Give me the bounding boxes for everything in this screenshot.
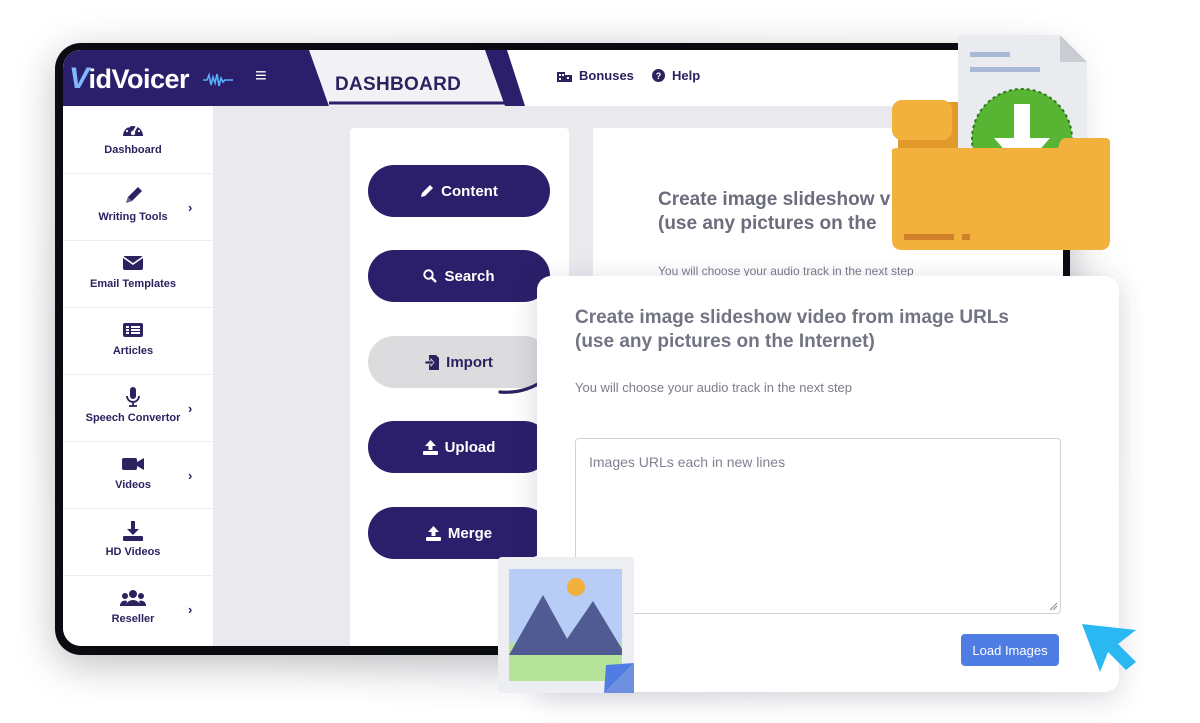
building-icon	[557, 72, 572, 82]
tab-dashboard[interactable]: DASHBOARD	[295, 50, 525, 106]
mouse-pointer-icon	[1082, 624, 1136, 672]
users-icon	[120, 590, 146, 606]
envelope-icon	[122, 256, 144, 270]
merge-button[interactable]: Merge	[368, 507, 550, 559]
import-button-label: Import	[446, 353, 493, 371]
nav-help-label: Help	[672, 68, 701, 83]
search-icon	[423, 269, 438, 283]
chevron-right-icon: ›	[188, 468, 193, 483]
microphone-icon	[126, 387, 140, 407]
load-images-button[interactable]: Load Images	[961, 634, 1059, 666]
chevron-right-icon: ›	[188, 401, 193, 416]
video-camera-icon	[122, 458, 144, 470]
sidebar-item-email-templates[interactable]: Email Templates	[63, 240, 213, 308]
pencil-icon	[126, 187, 142, 203]
sidebar-item-videos[interactable]: Videos ›	[63, 441, 213, 509]
nav-bonuses[interactable]: Bonuses	[557, 68, 634, 83]
hamburger-icon[interactable]: ≡	[255, 66, 267, 86]
gauge-icon	[123, 123, 143, 136]
sidebar-label: Videos	[115, 479, 151, 491]
sidebar-item-dashboard[interactable]: Dashboard	[63, 106, 213, 174]
sidebar-item-speech-convertor[interactable]: Speech Convertor ›	[63, 374, 213, 442]
app-logo[interactable]: VidVoicer	[69, 62, 190, 96]
image-urls-textarea[interactable]: Images URLs each in new lines	[575, 438, 1061, 614]
nav-bonuses-label: Bonuses	[579, 68, 634, 83]
list-icon	[123, 323, 143, 337]
sidebar-item-writing-tools[interactable]: Writing Tools ›	[63, 173, 213, 241]
content-button-label: Content	[441, 182, 498, 200]
upload-button[interactable]: Upload	[368, 421, 550, 473]
search-button-label: Search	[444, 267, 495, 285]
svg-text:?: ?	[656, 71, 662, 81]
question-circle-icon: ?	[652, 69, 665, 82]
sidebar-label: Writing Tools	[98, 211, 168, 223]
file-import-icon	[425, 354, 440, 370]
tab-dashboard-label: DASHBOARD	[335, 74, 462, 95]
sidebar-label: Reseller	[111, 613, 155, 625]
import-card-title: Create image slideshow video from image …	[575, 306, 1075, 354]
import-card-title-line2: (use any pictures on the Internet)	[575, 331, 875, 352]
sidebar-label: Articles	[112, 345, 154, 357]
pencil-icon	[421, 185, 434, 197]
sidebar-label: Email Templates	[90, 278, 176, 290]
search-button[interactable]: Search	[368, 250, 550, 302]
sidebar-item-reseller[interactable]: Reseller ›	[63, 575, 213, 642]
upload-button-label: Upload	[444, 438, 496, 456]
chevron-right-icon: ›	[188, 200, 193, 215]
chevron-right-icon: ›	[188, 602, 193, 617]
download-icon	[123, 521, 143, 541]
sound-wave-icon	[203, 72, 233, 87]
folder-download-icon	[892, 35, 1110, 250]
merge-button-label: Merge	[447, 524, 493, 542]
sidebar-item-articles[interactable]: Articles	[63, 307, 213, 375]
content-button[interactable]: Content	[368, 165, 550, 217]
sidebar-label: Speech Convertor	[85, 412, 181, 424]
image-landscape-icon	[498, 557, 634, 693]
sidebar: Dashboard Writing Tools › Email Template…	[63, 106, 213, 646]
logo-area: VidVoicer ≡	[63, 50, 323, 106]
sidebar-label: Dashboard	[104, 144, 162, 156]
logo-text: idVoicer	[88, 64, 190, 94]
import-card-title-line1: Create image slideshow video from image …	[575, 307, 1009, 328]
image-urls-placeholder: Images URLs each in new lines	[589, 454, 786, 470]
upload-icon	[425, 525, 441, 541]
import-card-subtitle: You will choose your audio track in the …	[575, 380, 853, 395]
sidebar-item-hd-videos[interactable]: HD Videos	[63, 508, 213, 576]
nav-help[interactable]: ? Help	[652, 68, 700, 83]
sidebar-label: HD Videos	[105, 546, 161, 558]
upload-icon	[422, 439, 438, 455]
resize-handle-icon[interactable]	[1049, 602, 1058, 611]
logo-v: V	[69, 62, 89, 95]
